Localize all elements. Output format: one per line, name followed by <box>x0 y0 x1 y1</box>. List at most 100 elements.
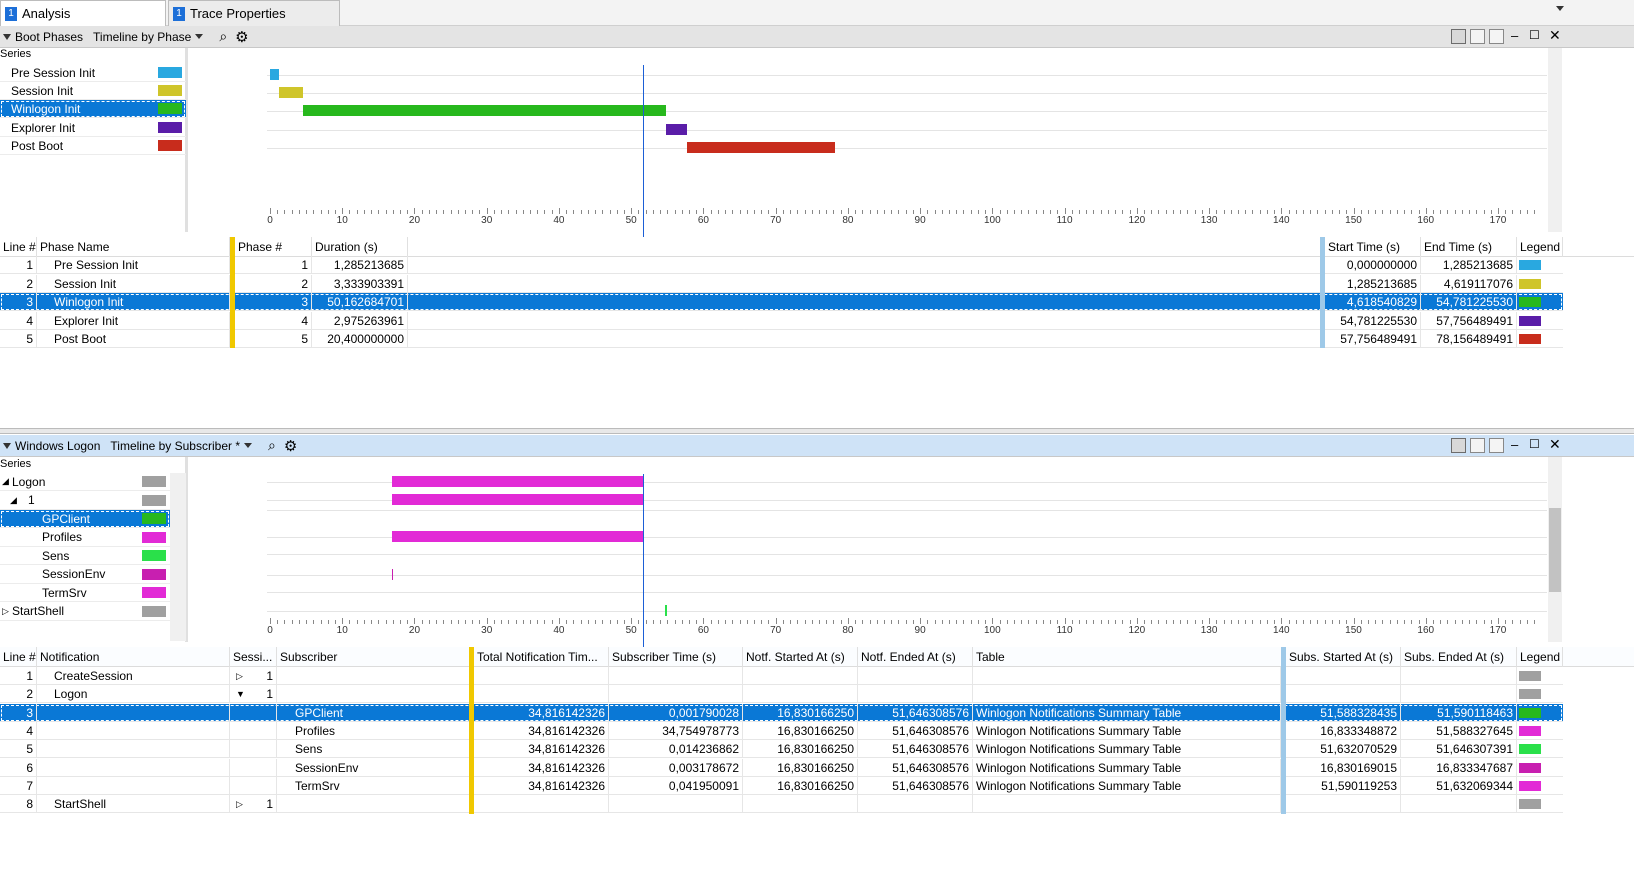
series-list-top: Series Pre Session Init Session Init Win… <box>0 48 188 232</box>
timeline-bar[interactable] <box>687 142 835 153</box>
column-header[interactable]: Notification <box>37 647 230 667</box>
series-row[interactable]: TermSrv <box>0 584 170 602</box>
column-header[interactable]: Duration (s) <box>312 237 408 257</box>
column-header[interactable]: Subscriber <box>277 647 471 667</box>
column-header[interactable]: End Time (s) <box>1421 237 1517 257</box>
series-row[interactable]: ▷ StartShell <box>0 603 170 621</box>
expand-right-icon[interactable]: ▷ <box>236 667 243 685</box>
column-header[interactable]: Legend <box>1517 237 1563 257</box>
scrollbar-thumb[interactable] <box>1549 508 1561 592</box>
table-row[interactable]: 6 SessionEnv 34,816142326 0,003178672 16,830… <box>0 758 1563 777</box>
timeline-bar[interactable] <box>270 69 280 80</box>
timeline-bar[interactable] <box>279 87 304 98</box>
maximize-icon[interactable]: ☐ <box>1529 437 1540 451</box>
timeline-bar[interactable] <box>391 476 644 487</box>
column-header[interactable]: Notf. Started At (s) <box>743 647 858 667</box>
column-header[interactable]: Subs. Ended At (s) <box>1401 647 1517 667</box>
series-row-selected[interactable]: Winlogon Init <box>0 100 186 118</box>
series-row[interactable]: Sens <box>0 547 170 565</box>
table-row[interactable]: 4 Profiles 34,816142326 34,754978773 16,8301… <box>0 721 1563 740</box>
expand-down-icon[interactable]: ▼ <box>236 685 245 703</box>
column-header[interactable]: Notf. Ended At (s) <box>858 647 973 667</box>
graph-only-button[interactable] <box>1470 438 1485 453</box>
graph-table-view-button[interactable] <box>1451 29 1466 44</box>
column-header[interactable]: Subscriber Time (s) <box>609 647 743 667</box>
close-icon[interactable]: ✕ <box>1549 27 1561 44</box>
column-header[interactable]: Table <box>973 647 1284 667</box>
chevron-down-icon[interactable] <box>195 34 204 39</box>
axis-tick <box>797 620 799 624</box>
table-row[interactable]: 3 GPClient 34,816142326 0,001790028 16,83016… <box>0 703 1563 722</box>
timeline-bar[interactable] <box>391 531 644 542</box>
column-header[interactable]: Line # <box>0 647 37 667</box>
series-row[interactable]: Profiles <box>0 529 170 547</box>
collapse-icon[interactable] <box>3 442 11 449</box>
tab-overflow-icon[interactable] <box>1556 6 1564 11</box>
timeline-bar[interactable] <box>665 124 688 135</box>
timeline-chart-bottom[interactable]: 0 10 20 30 40 50 60 70 80 90 100 110 120 130 140 150 160… <box>192 457 1548 647</box>
column-header[interactable]: Total Notification Tim... <box>474 647 609 667</box>
graph-bar[interactable] <box>1281 647 1286 814</box>
series-row[interactable]: ◢ 1 <box>0 492 170 510</box>
table-row[interactable]: 8 StartShell ▷ 1 <box>0 795 1563 814</box>
axis-tick-label: 150 <box>1345 625 1362 636</box>
timeline-bar[interactable] <box>665 605 667 616</box>
expand-right-icon[interactable]: ▷ <box>236 795 243 813</box>
table-only-button[interactable] <box>1489 438 1504 453</box>
series-row[interactable]: Session Init <box>0 82 186 100</box>
time-cursor-line[interactable] <box>642 65 644 237</box>
expand-down-icon[interactable]: ◢ <box>10 495 17 506</box>
table-row[interactable]: 1 CreateSession ▷ 1 <box>0 667 1563 685</box>
table-row[interactable]: 5 Sens 34,816142326 0,014236862 16,830166250… <box>0 740 1563 759</box>
grouping-bar[interactable] <box>469 647 474 814</box>
series-row[interactable]: Pre Session Init <box>0 64 186 82</box>
close-icon[interactable]: ✕ <box>1549 436 1561 453</box>
timeline-bar[interactable] <box>391 569 394 580</box>
column-header[interactable]: Subs. Started At (s) <box>1286 647 1401 667</box>
series-row[interactable]: Explorer Init <box>0 119 186 137</box>
grouping-bar[interactable] <box>230 237 235 348</box>
time-cursor-line[interactable] <box>642 474 644 647</box>
table-only-button[interactable] <box>1489 29 1504 44</box>
graph-table-view-button[interactable] <box>1451 438 1466 453</box>
gear-icon[interactable]: ⚙ <box>284 437 297 455</box>
tab-analysis[interactable]: 1 Analysis <box>0 0 166 26</box>
axis-tick <box>363 620 365 624</box>
search-icon[interactable]: ⌕ <box>219 28 227 45</box>
minimize-icon[interactable]: – <box>1511 28 1518 43</box>
series-scrollbar[interactable] <box>170 473 186 641</box>
column-header[interactable]: Phase Name <box>37 237 230 257</box>
vertical-scrollbar[interactable] <box>1548 48 1562 232</box>
axis-tick <box>1028 620 1030 624</box>
search-icon[interactable]: ⌕ <box>268 437 276 454</box>
table-row[interactable]: 7 TermSrv 34,816142326 0,041950091 16,830166… <box>0 776 1563 795</box>
pane-splitter[interactable] <box>0 428 1634 434</box>
table-row[interactable]: 2 Logon ▼ 1 <box>0 685 1563 704</box>
axis-tick <box>1281 618 1283 624</box>
graph-only-button[interactable] <box>1470 29 1485 44</box>
series-row[interactable]: Post Boot <box>0 137 186 155</box>
gear-icon[interactable]: ⚙ <box>235 28 248 46</box>
timeline-chart-top[interactable]: 0 10 20 30 40 50 60 70 80 90 100 110 120 130 140 150 160… <box>192 48 1548 237</box>
column-header[interactable]: Sessi... <box>230 647 277 667</box>
column-header[interactable]: Line # <box>0 237 37 257</box>
expand-right-icon[interactable]: ▷ <box>2 606 9 617</box>
series-row[interactable]: GPClient <box>0 510 170 528</box>
maximize-icon[interactable]: ☐ <box>1529 28 1540 42</box>
timeline-bar[interactable] <box>303 105 666 116</box>
column-header[interactable]: Legend <box>1517 647 1563 667</box>
axis-tick <box>1201 620 1203 624</box>
tab-trace-properties[interactable]: 1 Trace Properties <box>168 0 340 26</box>
timeline-bar[interactable] <box>391 494 644 505</box>
minimize-icon[interactable]: – <box>1511 437 1518 452</box>
graph-bar[interactable] <box>1320 237 1325 348</box>
column-header[interactable]: Start Time (s) <box>1325 237 1421 257</box>
collapse-icon[interactable] <box>3 33 11 40</box>
column-header[interactable]: Phase # <box>235 237 312 257</box>
expand-down-icon[interactable]: ◢ <box>2 476 9 487</box>
view-selector[interactable]: Timeline by Phase <box>93 30 191 44</box>
view-selector[interactable]: Timeline by Subscriber * <box>110 439 240 453</box>
chevron-down-icon[interactable] <box>244 443 252 448</box>
series-row[interactable]: SessionEnv <box>0 566 170 584</box>
series-row[interactable]: ◢ Logon <box>0 473 170 491</box>
